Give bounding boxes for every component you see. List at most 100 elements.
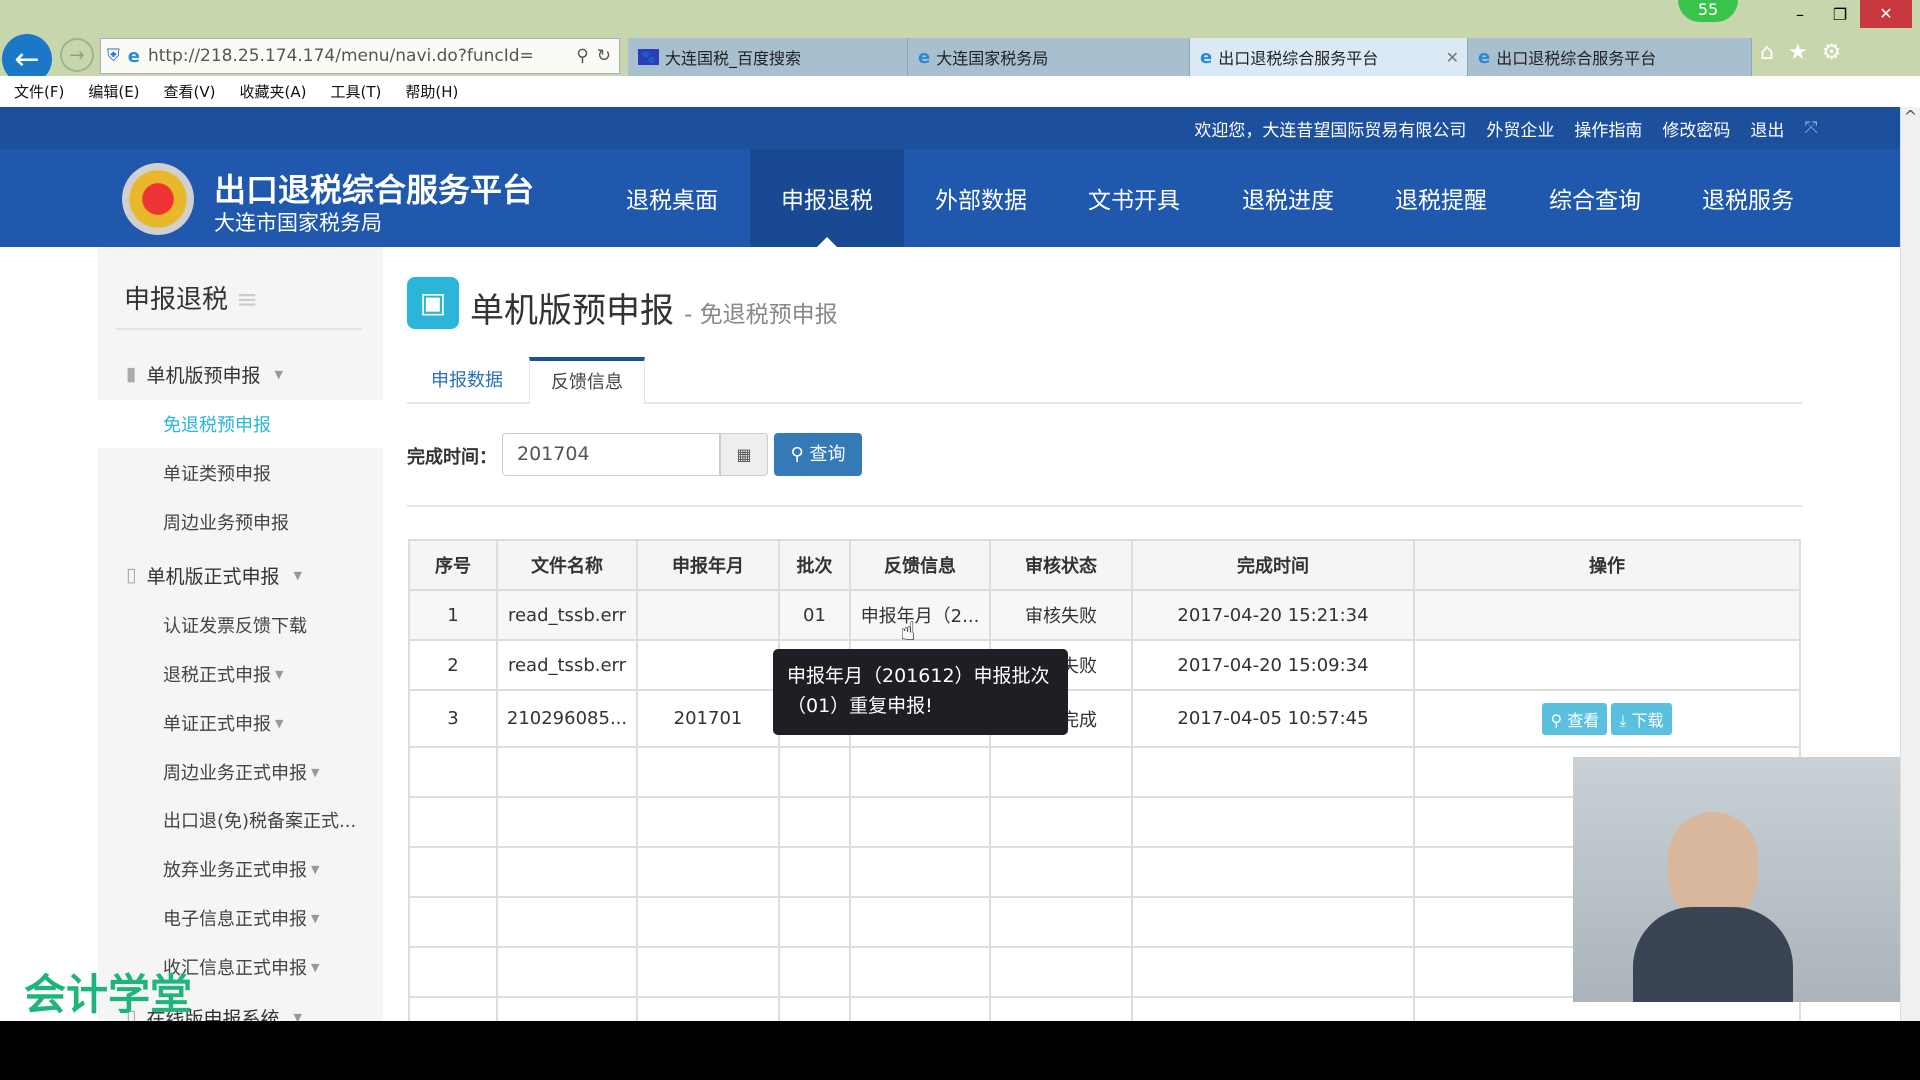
baidu-icon: 🐾 bbox=[638, 49, 659, 65]
table-cell: 审核失败 bbox=[989, 589, 1133, 641]
star-icon[interactable]: ★ bbox=[1788, 40, 1808, 65]
close-tab-icon[interactable]: ✕ bbox=[1446, 48, 1459, 67]
query-button[interactable]: ⚲ 查询 bbox=[774, 433, 862, 476]
date-input[interactable]: 201704 bbox=[502, 433, 720, 476]
nav-documents[interactable]: 文书开具 bbox=[1057, 149, 1211, 247]
nav-external[interactable]: 外部数据 bbox=[904, 149, 1058, 247]
tab-feedback[interactable]: 反馈信息 bbox=[529, 357, 645, 404]
shield-icon: ⛨ bbox=[107, 46, 120, 66]
home-icon[interactable]: ⌂ bbox=[1760, 40, 1774, 65]
caret-down-icon: ▼ bbox=[311, 862, 320, 876]
address-bar[interactable]: ⛨ e http://218.25.174.174/menu/navi.do?f… bbox=[100, 38, 620, 74]
sidebar-item[interactable]: 单证类预申报 bbox=[98, 449, 383, 497]
menu-view[interactable]: 查看(V) bbox=[164, 81, 216, 102]
menu-edit[interactable]: 编辑(E) bbox=[88, 81, 139, 102]
table-cell bbox=[408, 946, 498, 998]
menu-file[interactable]: 文件(F) bbox=[14, 81, 64, 102]
search-icon[interactable]: ⚲ bbox=[576, 46, 588, 66]
sidebar-item[interactable]: 周边业务正式申报 ▼ bbox=[98, 748, 383, 796]
caret-down-icon: ▼ bbox=[275, 716, 284, 730]
view-button[interactable]: ⚲ 查看 bbox=[1542, 702, 1608, 735]
table-cell: ⚲ 查看 ⤓ 下载 bbox=[1413, 689, 1801, 748]
url-text[interactable]: http://218.25.174.174/menu/navi.do?funcI… bbox=[148, 46, 568, 66]
sidebar-item[interactable]: ▯ 单机版正式申报 ▼ bbox=[98, 551, 383, 599]
menu-icon[interactable]: ≡ bbox=[236, 285, 258, 315]
nav-declare[interactable]: 申报退税 bbox=[750, 149, 904, 247]
sidebar-item[interactable]: ▮ 单机版预申报 ▼ bbox=[98, 350, 383, 398]
window-controls[interactable]: – ❐ ✕ bbox=[1780, 0, 1920, 28]
table-cell bbox=[778, 996, 851, 1021]
table-cell bbox=[408, 996, 498, 1021]
table-cell bbox=[778, 896, 851, 948]
table-cell bbox=[1413, 589, 1801, 641]
filter-label: 完成时间： bbox=[407, 447, 497, 468]
column-header: 批次 bbox=[778, 539, 851, 591]
content: 申报退税 ≡ ▮ 单机版预申报 ▼ 免退税预申报 单证类预申报 周边业务预申报 ▯ 单机版正式… bbox=[0, 247, 1900, 1021]
sidebar-item[interactable]: 免退税预申报 bbox=[98, 400, 383, 448]
close-icon[interactable]: ✕ bbox=[1860, 0, 1912, 28]
divider bbox=[407, 505, 1802, 507]
ie-icon: e bbox=[127, 45, 140, 67]
table-cell bbox=[989, 796, 1133, 848]
welcome-text: 欢迎您，大连昔望国际贸易有限公司 bbox=[1194, 120, 1467, 141]
top-bar: 欢迎您，大连昔望国际贸易有限公司 外贸企业 操作指南 修改密码 退出 ⤧ bbox=[0, 107, 1900, 149]
table-cell: 2017-04-20 15:09:34 bbox=[1131, 639, 1415, 691]
table-cell: 1 bbox=[408, 589, 498, 641]
tab-3[interactable]: e 出口退税综合服务平台 ✕ bbox=[1190, 38, 1468, 76]
sidebar-item[interactable]: 电子信息正式申报 ▼ bbox=[98, 894, 383, 942]
table-cell bbox=[636, 796, 780, 848]
gear-icon[interactable]: ⚙ bbox=[1822, 40, 1842, 65]
column-header: 序号 bbox=[408, 539, 498, 591]
sidebar-item[interactable]: 退税正式申报 ▼ bbox=[98, 650, 383, 698]
refresh-icon[interactable]: ↻ bbox=[597, 46, 611, 66]
calendar-icon[interactable]: ▦ bbox=[720, 433, 768, 476]
restore-icon[interactable]: ❐ bbox=[1820, 5, 1860, 24]
table-row: 3210296085...201701审核完成2017-04-05 10:57:… bbox=[408, 689, 1801, 748]
nav-query[interactable]: 综合查询 bbox=[1518, 149, 1672, 247]
sidebar-item[interactable]: 出口退(免)税备案正式... bbox=[98, 796, 383, 844]
menu-help[interactable]: 帮助(H) bbox=[405, 81, 458, 102]
table-cell bbox=[636, 946, 780, 998]
sidebar-item-label: 单机版正式申报 bbox=[146, 565, 280, 588]
page-icon: ▣ bbox=[407, 277, 459, 329]
main-nav: 出口退税综合服务平台 大连市国家税务局 退税桌面 申报退税 外部数据 文书开具 … bbox=[0, 149, 1900, 247]
table-cell bbox=[636, 639, 780, 691]
tab-label: 大连国税_百度搜索 bbox=[664, 49, 801, 68]
tab-2[interactable]: e 大连国家税务局 bbox=[908, 38, 1190, 76]
tab-declare-data[interactable]: 申报数据 bbox=[407, 359, 527, 403]
scroll-up-icon[interactable]: ^ bbox=[1901, 107, 1920, 126]
sidebar-item[interactable]: 放弃业务正式申报 ▼ bbox=[98, 845, 383, 893]
link-guide[interactable]: 操作指南 bbox=[1574, 116, 1642, 141]
sidebar-item-label: 放弃业务正式申报 bbox=[163, 860, 307, 881]
fullscreen-icon[interactable]: ⤧ bbox=[1804, 118, 1818, 138]
download-button[interactable]: ⤓ 下载 bbox=[1611, 702, 1672, 735]
sidebar-title: 申报退税 bbox=[124, 285, 229, 315]
tab-4[interactable]: e 出口退税综合服务平台 bbox=[1468, 38, 1752, 76]
column-header: 完成时间 bbox=[1131, 539, 1415, 591]
table-cell: 2 bbox=[408, 639, 498, 691]
sidebar-item-label: 电子信息正式申报 bbox=[163, 909, 307, 930]
link-change-password[interactable]: 修改密码 bbox=[1662, 116, 1730, 141]
sidebar-item[interactable]: 认证发票反馈下载 bbox=[98, 601, 383, 649]
nav-progress[interactable]: 退税进度 bbox=[1211, 149, 1365, 247]
nav-desktop[interactable]: 退税桌面 bbox=[595, 149, 749, 247]
menu-tools[interactable]: 工具(T) bbox=[330, 81, 381, 102]
menu-favorites[interactable]: 收藏夹(A) bbox=[240, 81, 307, 102]
table-cell: 2017-04-20 15:21:34 bbox=[1131, 589, 1415, 641]
minimize-icon[interactable]: – bbox=[1780, 5, 1820, 24]
table-cell bbox=[778, 796, 851, 848]
nav-reminder[interactable]: 退税提醒 bbox=[1364, 149, 1518, 247]
table-cell bbox=[408, 796, 498, 848]
table-cell bbox=[636, 896, 780, 948]
sidebar-item[interactable]: 单证正式申报 ▼ bbox=[98, 699, 383, 747]
caret-down-icon: ▼ bbox=[293, 1010, 302, 1022]
column-header: 文件名称 bbox=[496, 539, 638, 591]
sidebar-item[interactable]: 周边业务预申报 bbox=[98, 498, 383, 546]
link-foreign-trade[interactable]: 外贸企业 bbox=[1486, 116, 1554, 141]
link-logout[interactable]: 退出 bbox=[1750, 116, 1784, 141]
column-header: 反馈信息 bbox=[849, 539, 991, 591]
tab-1[interactable]: 🐾 大连国税_百度搜索 bbox=[628, 38, 908, 76]
forward-button[interactable]: → bbox=[60, 38, 94, 72]
nav-service[interactable]: 退税服务 bbox=[1671, 149, 1825, 247]
scrollbar[interactable]: ^ bbox=[1900, 107, 1920, 1021]
